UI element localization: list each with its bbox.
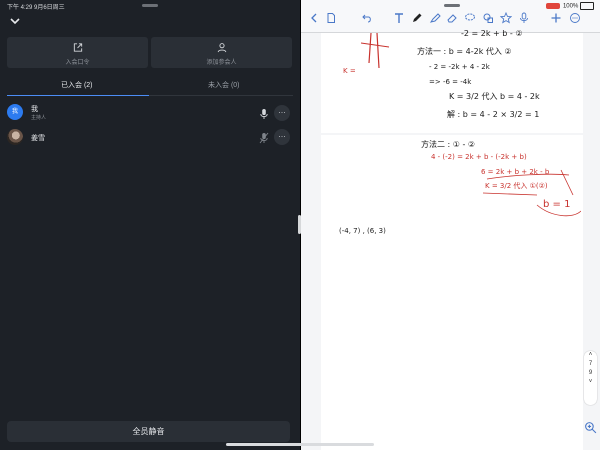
notes-app: 100% -2 = 2k + b - ② 方法一 : b = 4-2k 代入 ②… [301,0,600,450]
meeting-password-label: 入会口令 [65,60,90,66]
notes-toolbar: 100% [301,0,600,33]
sketch-graph-fragment [360,33,390,69]
meeting-password-button[interactable]: 入会口令 [7,37,148,68]
chevron-up-icon[interactable]: ˄ [584,351,597,360]
handwritten-line: 方法一 : b = 4-2k 代入 ② [417,47,512,56]
lasso-icon[interactable] [464,12,476,24]
handwritten-line: => -6 = -4k [429,78,472,86]
zoom-icon[interactable] [584,421,597,434]
battery-icon [580,2,594,10]
add-participant-label: 添加参会人 [206,60,237,66]
undo-icon[interactable] [361,12,373,24]
highlighter-icon[interactable] [429,12,441,24]
avatar: 我 [7,104,23,120]
tab-divider-line [149,95,293,96]
shapes-icon[interactable] [482,12,494,24]
avatar [7,129,23,145]
battery-percentage: 100% [562,3,579,10]
add-participant-button[interactable]: 添加参会人 [151,37,292,68]
participant-name: 姜雪 [31,135,45,142]
handwritten-line: K = [343,67,356,75]
handwritten-line: 方法二 : ① - ② [421,140,476,149]
handwritten-line: K = 3/2 代入 b = 4 - 2k [449,92,540,101]
page-number-total: 9 [588,370,593,376]
add-person-icon [217,43,226,53]
status-time-date: 下午 4:29 9月6日周三 [7,5,65,11]
mute-all-button[interactable]: 全员静音 [7,421,290,442]
participant-name: 我 [31,106,38,113]
handwritten-line: 解 : b = 4 - 2 × 3/2 = 1 [447,110,540,119]
note-page[interactable]: -2 = 2k + b - ② 方法一 : b = 4-2k 代入 ② - 2 … [321,29,583,133]
star-icon[interactable] [500,12,512,24]
chevron-down-icon[interactable]: ˅ [584,378,597,387]
page-number-current: 7 [588,361,593,367]
handwritten-line: -2 = 2k + b - ② [461,29,523,38]
participant-role: 主持人 [31,115,47,121]
add-page-icon[interactable] [550,12,562,24]
note-page[interactable]: 方法二 : ① - ② 4 - (-2) = 2k + b - (-2k + b… [321,135,583,450]
more-icon[interactable] [569,12,581,24]
tab-not-joined[interactable]: 未入会 (0) [208,80,240,90]
share-icon [73,43,82,52]
more-options-button[interactable]: … [274,105,290,121]
multitask-handle[interactable] [142,4,158,7]
meeting-panel: 下午 4:29 9月6日周三 入会口令 添加参会人 已入会 (2) 未入会 (0… [0,0,300,450]
status-battery: 100% [545,2,594,10]
text-tool-icon[interactable] [393,12,405,24]
pen-tool-icon[interactable] [411,12,423,24]
page-navigator[interactable]: ˄ 7 9 ˅ [584,351,597,405]
active-tab-indicator [7,95,149,96]
recording-icon [545,3,560,9]
handwritten-line: 4 - (-2) = 2k + b - (-2k + b) [431,153,527,161]
document-icon[interactable] [325,12,337,24]
chevron-left-icon[interactable] [308,12,320,24]
red-annotation-strokes [482,169,581,217]
microphone-icon[interactable] [259,108,269,120]
home-indicator[interactable] [226,443,374,446]
multitask-handle[interactable] [444,4,460,7]
microphone-muted-icon[interactable] [259,132,269,144]
handwritten-line: (-4, 7) , (6, 3) [339,227,386,235]
handwritten-line: b = 1 [543,199,571,210]
tab-joined[interactable]: 已入会 (2) [61,80,93,90]
more-options-button[interactable]: … [274,129,290,145]
microphone-icon[interactable] [518,12,530,24]
handwritten-line: - 2 = -2k + 4 - 2k [429,63,490,71]
eraser-icon[interactable] [446,12,458,24]
chevron-down-icon[interactable] [8,14,22,28]
